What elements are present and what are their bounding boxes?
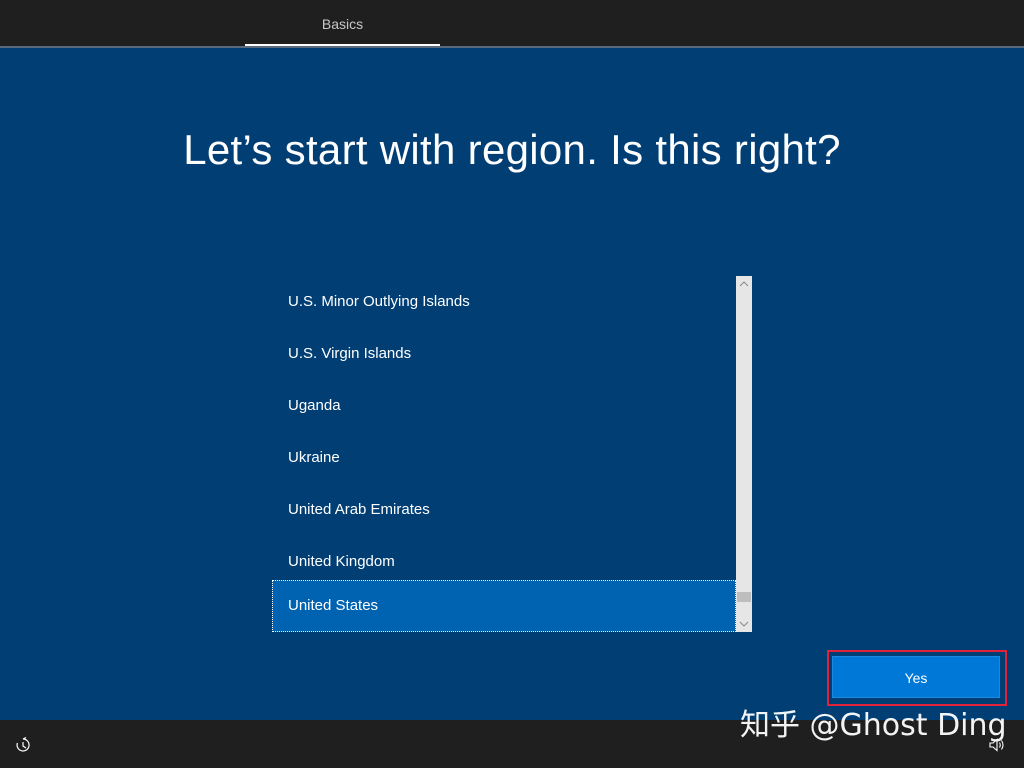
list-item[interactable]: United Arab Emirates [272, 484, 736, 536]
chevron-up-icon[interactable] [736, 276, 752, 292]
watermark-text: 知乎 @Ghost Ding [740, 708, 1007, 743]
chevron-down-icon[interactable] [736, 616, 752, 632]
region-list-items: U.S. Minor Outlying Islands U.S. Virgin … [272, 276, 736, 632]
scrollbar-thumb[interactable] [737, 592, 751, 602]
list-item[interactable]: U.S. Virgin Islands [272, 328, 736, 380]
ease-of-access-icon[interactable] [14, 736, 32, 754]
main-content: Let’s start with region. Is this right? … [0, 48, 1024, 720]
list-item[interactable]: U.S. Minor Outlying Islands [272, 276, 736, 328]
list-item[interactable]: Uganda [272, 380, 736, 432]
yes-button[interactable]: Yes [832, 656, 1000, 698]
page-title: Let’s start with region. Is this right? [183, 126, 841, 173]
region-list[interactable]: U.S. Minor Outlying Islands U.S. Virgin … [272, 276, 752, 632]
list-scrollbar[interactable] [736, 276, 752, 632]
tab-basics: Basics [245, 0, 440, 46]
top-bar: Basics [0, 0, 1024, 48]
list-item[interactable]: Ukraine [272, 432, 736, 484]
list-item-selected[interactable]: United States [272, 580, 736, 632]
